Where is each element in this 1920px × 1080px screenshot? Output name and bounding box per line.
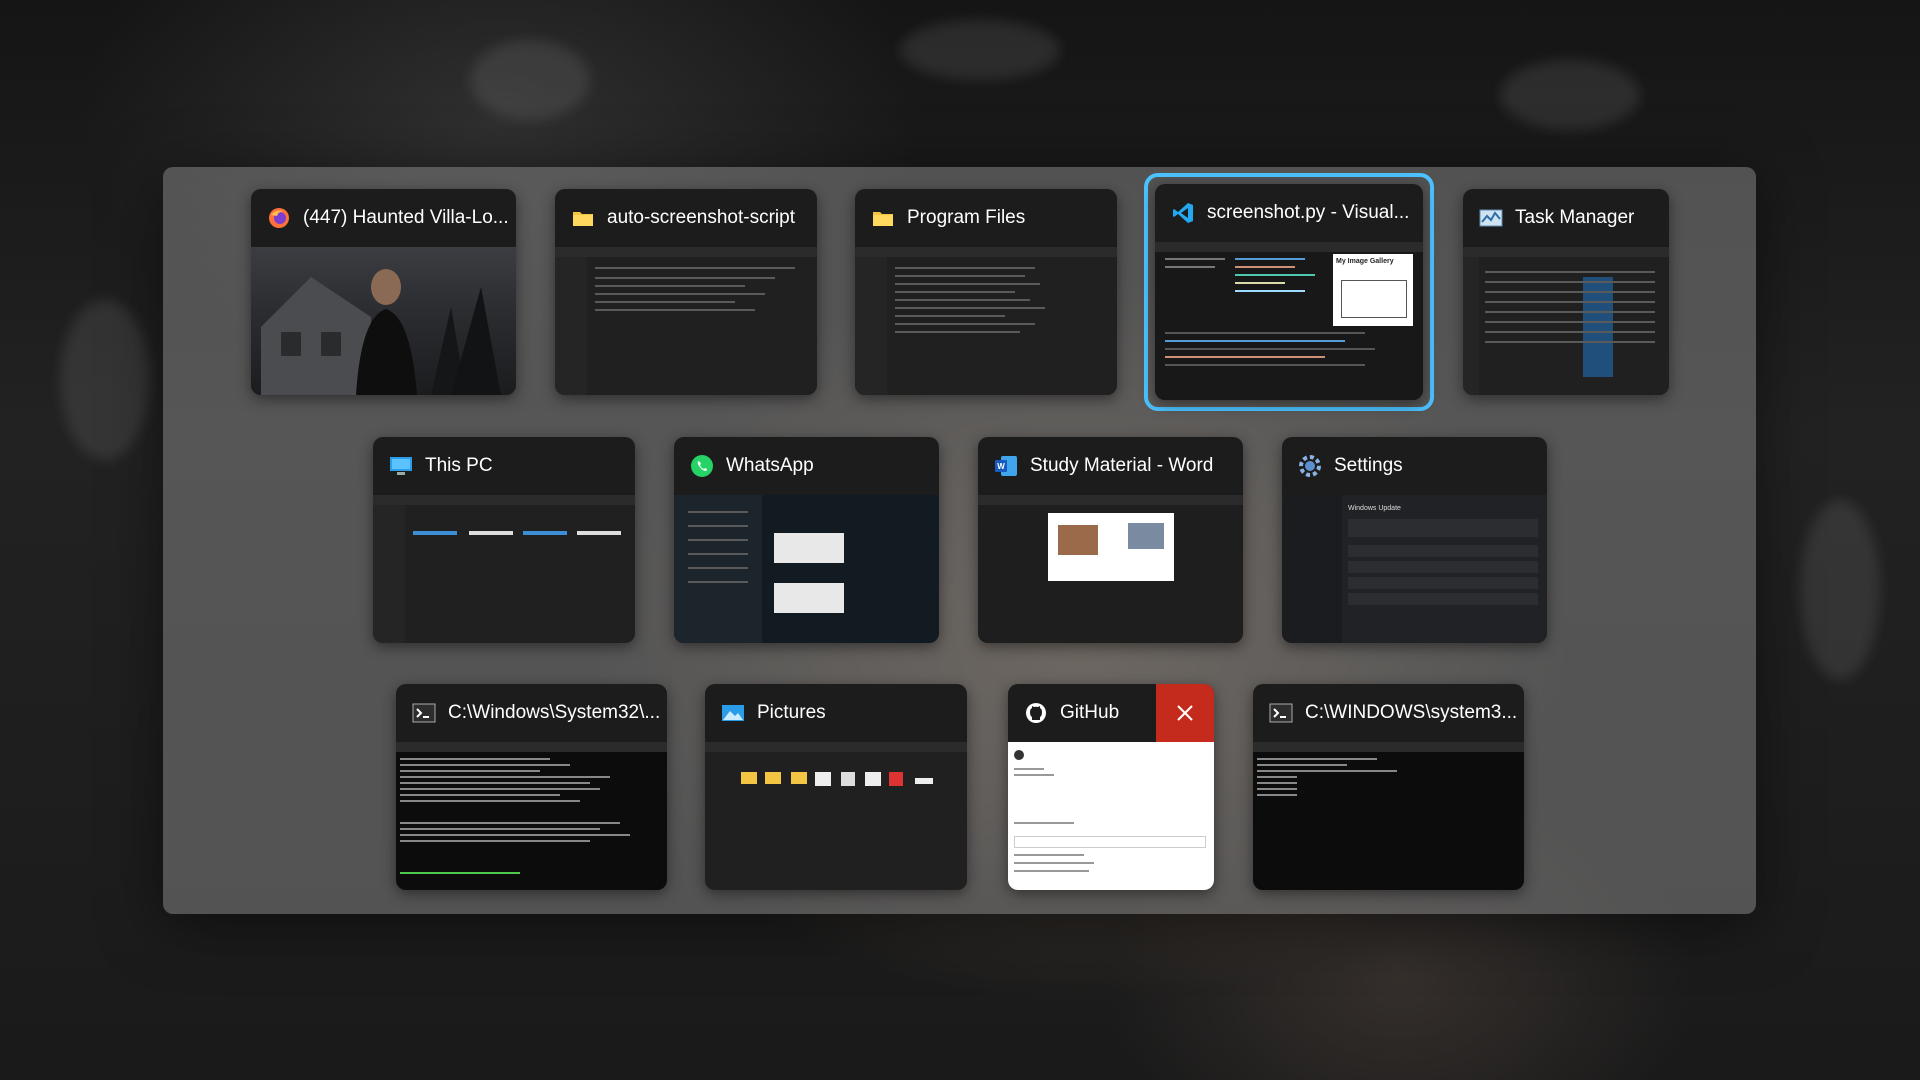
- window-card-pictures[interactable]: Pictures: [705, 684, 967, 890]
- window-card-program-files[interactable]: Program Files: [855, 189, 1117, 395]
- window-thumbnail: [674, 495, 939, 643]
- window-card-header: screenshot.py - Visual...: [1155, 184, 1423, 242]
- folder-icon: [871, 206, 895, 230]
- window-title: WhatsApp: [726, 455, 814, 476]
- window-card-header: W Study Material - Word: [978, 437, 1243, 495]
- gear-icon: [1298, 454, 1322, 478]
- terminal-icon: [1269, 701, 1293, 725]
- thumbnail-caption: Windows Update: [1348, 505, 1401, 512]
- window-thumbnail: [705, 742, 967, 890]
- pictures-icon: [721, 701, 745, 725]
- window-title: Pictures: [757, 702, 826, 723]
- window-card-task-manager[interactable]: Task Manager: [1463, 189, 1669, 395]
- github-icon: [1024, 701, 1048, 725]
- terminal-icon: [412, 701, 436, 725]
- window-thumbnail: [373, 495, 635, 643]
- window-card-whatsapp[interactable]: WhatsApp: [674, 437, 939, 643]
- window-title: Settings: [1334, 455, 1403, 476]
- monitor-icon: [389, 454, 413, 478]
- thumbnail-caption: My Image Gallery: [1336, 258, 1394, 265]
- window-title: auto-screenshot-script: [607, 207, 795, 228]
- window-thumbnail: [1008, 742, 1214, 890]
- window-title: C:\Windows\System32\...: [448, 702, 661, 723]
- window-card-vscode[interactable]: screenshot.py - Visual... My Image Galle…: [1155, 184, 1423, 400]
- window-title: Program Files: [907, 207, 1026, 228]
- window-card-header: C:\Windows\System32\...: [396, 684, 667, 742]
- close-icon: [1177, 705, 1193, 721]
- window-card-settings[interactable]: Settings Windows Update: [1282, 437, 1547, 643]
- window-thumbnail: [978, 495, 1243, 643]
- window-card-word[interactable]: W Study Material - Word: [978, 437, 1243, 643]
- window-card-this-pc[interactable]: This PC: [373, 437, 635, 643]
- word-icon: W: [994, 454, 1018, 478]
- window-card-cmd-1[interactable]: C:\Windows\System32\...: [396, 684, 667, 890]
- window-card-header: C:\WINDOWS\system3...: [1253, 684, 1524, 742]
- window-card-header: Task Manager: [1463, 189, 1669, 247]
- window-title: This PC: [425, 455, 493, 476]
- folder-icon: [571, 206, 595, 230]
- window-card-github[interactable]: GitHub: [1008, 684, 1214, 890]
- window-thumbnail: [1463, 247, 1669, 395]
- firefox-icon: [267, 206, 291, 230]
- window-card-cmd-2[interactable]: C:\WINDOWS\system3...: [1253, 684, 1524, 890]
- window-thumbnail: Windows Update: [1282, 495, 1547, 643]
- task-switcher-panel: (447) Haunted Villa-Lo... auto-screensho…: [163, 167, 1756, 914]
- window-title: C:\WINDOWS\system3...: [1305, 702, 1518, 723]
- window-thumbnail: [1253, 742, 1524, 890]
- window-title: GitHub: [1060, 702, 1120, 723]
- svg-text:W: W: [997, 462, 1005, 471]
- window-thumbnail: [251, 247, 516, 395]
- window-title: screenshot.py - Visual...: [1207, 202, 1410, 223]
- window-title: Study Material - Word: [1030, 455, 1214, 476]
- window-card-auto-screenshot-script[interactable]: auto-screenshot-script: [555, 189, 817, 395]
- window-thumbnail: My Image Gallery: [1155, 242, 1423, 400]
- window-thumbnail: [855, 247, 1117, 395]
- close-window-button[interactable]: [1156, 684, 1214, 742]
- window-card-header: auto-screenshot-script: [555, 189, 817, 247]
- window-title: Task Manager: [1515, 207, 1635, 228]
- window-card-header: (447) Haunted Villa-Lo...: [251, 189, 516, 247]
- window-card-header: WhatsApp: [674, 437, 939, 495]
- window-title: (447) Haunted Villa-Lo...: [303, 207, 509, 228]
- whatsapp-icon: [690, 454, 714, 478]
- window-card-header: Pictures: [705, 684, 967, 742]
- window-card-firefox[interactable]: (447) Haunted Villa-Lo...: [251, 189, 516, 395]
- window-card-header: This PC: [373, 437, 635, 495]
- vscode-icon: [1171, 201, 1195, 225]
- task-manager-icon: [1479, 206, 1503, 230]
- window-card-header: Program Files: [855, 189, 1117, 247]
- window-thumbnail: [555, 247, 817, 395]
- window-card-header: Settings: [1282, 437, 1547, 495]
- window-thumbnail: [396, 742, 667, 890]
